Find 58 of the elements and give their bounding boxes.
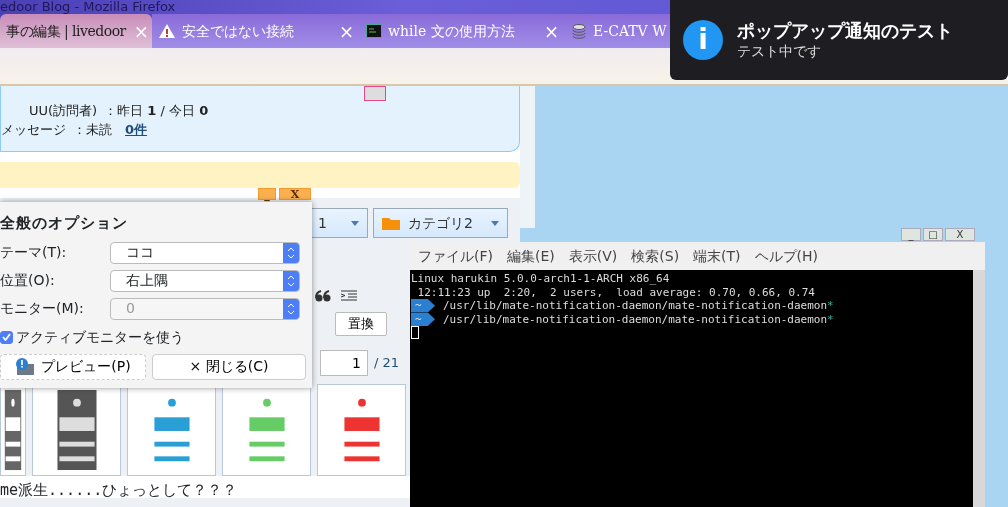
select-field[interactable]: 右上隅 xyxy=(110,269,300,292)
window-title: edoor Blog - Mozilla Firefox xyxy=(0,0,176,14)
stats-text: ：未読 xyxy=(73,121,112,139)
count-link[interactable]: 0件 xyxy=(125,120,148,139)
terminal-line: Linux harukin 5.0.0-arch1-1-ARCH x86_64 xyxy=(411,272,671,286)
checkbox-label: アクティブモニターを使う xyxy=(16,327,184,347)
page-total: / 21 xyxy=(374,354,400,373)
close-button[interactable]: X xyxy=(279,188,311,200)
spinner-icon xyxy=(287,301,295,316)
minimize-button[interactable]: _ xyxy=(258,188,276,200)
field-label: テーマ(T): xyxy=(0,243,68,262)
page-input[interactable]: 1 xyxy=(320,350,368,376)
field-label: モニター(M): xyxy=(0,299,85,318)
minimize-button[interactable]: _ xyxy=(901,228,921,241)
spinner-icon xyxy=(287,245,295,260)
preview-button[interactable]: プレビュー(P) xyxy=(0,353,146,380)
menu-item[interactable]: ファイル(F) xyxy=(418,245,493,267)
folder-icon xyxy=(382,216,400,230)
terminal-line: 12:11:23 up 2:20, 2 users, load average: 0.70, 0.66, 0.74 xyxy=(416,285,816,299)
stack-icon xyxy=(571,23,587,39)
prompt-segment: ~ xyxy=(411,299,435,313)
text-cursor xyxy=(411,326,419,339)
notification-title: ポップアップ通知のテスト xyxy=(737,20,953,42)
replace-button[interactable]: 置換 xyxy=(335,312,387,336)
menu-item[interactable]: 端末(T) xyxy=(693,245,741,267)
scrollbar[interactable] xyxy=(973,270,985,507)
field-label: 位置(O): xyxy=(0,271,56,290)
checkbox[interactable] xyxy=(0,330,13,344)
close-button[interactable]: X xyxy=(945,228,975,241)
category-select[interactable]: カテゴリ2 xyxy=(373,208,508,238)
dialog-close-button[interactable]: × 閉じる(C) xyxy=(152,353,306,380)
terminal-line: /usr/lib/mate-notification-daemon/mate-notification-daemon xyxy=(443,299,828,313)
menu-item[interactable]: 表示(V) xyxy=(568,245,618,267)
terminal-line: /usr/lib/mate-notification-daemon/mate-notification-daemon xyxy=(443,312,828,326)
quote-icon xyxy=(315,290,331,302)
caret-icon xyxy=(491,220,499,226)
select-field[interactable]: ココ xyxy=(110,241,300,264)
notification-body: テスト中です xyxy=(737,42,822,60)
dialog-title: 全般のオプション xyxy=(0,213,129,234)
terminal-line: * xyxy=(827,299,834,313)
caret-icon xyxy=(351,220,359,226)
spinner-icon xyxy=(287,273,295,288)
notification-icon xyxy=(15,356,36,377)
browser-tab[interactable]: 事の編集 | livedoor × xyxy=(0,14,152,48)
warning-icon xyxy=(158,23,176,39)
stats-link[interactable]: UU(訪問者) xyxy=(29,101,98,120)
terminal-icon xyxy=(366,24,382,38)
menu-item[interactable]: 検索(S) xyxy=(631,245,680,267)
info-icon: i xyxy=(683,20,723,60)
prompt-segment: ~ xyxy=(411,312,435,326)
indent-icon xyxy=(341,290,357,302)
maximize-button[interactable]: □ xyxy=(923,228,943,241)
stats-text: ：昨日 1 / 今日 0 xyxy=(104,102,209,120)
stats-link[interactable]: メッセージ xyxy=(1,120,66,139)
image-icon xyxy=(364,86,386,101)
menu-item[interactable]: ヘルプ(H) xyxy=(754,245,819,267)
terminal-line: * xyxy=(827,312,834,326)
menu-item[interactable]: 編集(E) xyxy=(507,245,555,267)
